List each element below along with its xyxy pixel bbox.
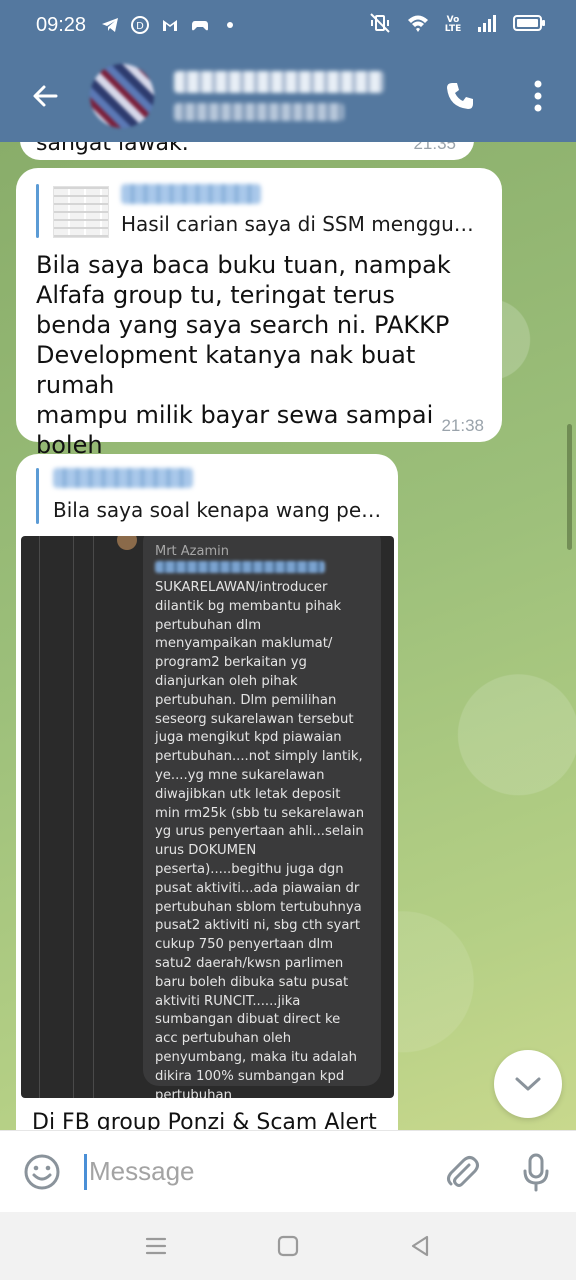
more-options-button[interactable] [508,50,568,142]
reply-preview[interactable]: Bila saya soal kenapa wang perl… [36,468,383,524]
chat-area[interactable]: sangat lawak. 21:35 Hasil carian saya di… [0,142,576,1130]
back-nav-button[interactable] [400,1226,440,1266]
message-bubble[interactable]: Bila saya soal kenapa wang perl… Mrt Aza… [16,454,398,1130]
reply-text: Bila saya soal kenapa wang perl… [53,498,383,522]
svg-text:D: D [136,21,144,32]
message-time: 21:35 [413,142,456,153]
message-bubble[interactable]: sangat lawak. 21:35 [20,142,474,160]
message-text: Di FB group Ponzi & Scam Alert [32,1110,377,1130]
system-nav-bar [0,1212,576,1280]
reply-bar [36,468,39,524]
reply-bar [36,184,39,238]
signal-icon [476,13,498,37]
recent-apps-button[interactable] [136,1226,176,1266]
comment-subtitle-redacted [155,561,325,573]
microphone-icon [523,1153,549,1191]
scroll-down-button[interactable] [494,1050,562,1118]
text-cursor [84,1153,87,1190]
reply-author-redacted [53,468,193,488]
menu-lines-icon [145,1237,167,1255]
home-button[interactable] [268,1226,308,1266]
contact-name-redacted [174,71,384,93]
scroll-indicator[interactable] [567,424,572,550]
message-composer: Message [0,1130,576,1212]
contact-status-redacted [174,103,344,121]
volte-label: Vo LTE [444,15,462,34]
phone-icon [447,83,473,109]
game-notification-icon [190,15,210,35]
chevron-down-icon [515,1077,541,1091]
comment-text: SUKARELAWAN/introducer dilantik bg memba… [155,580,365,1098]
paperclip-icon [447,1155,479,1187]
message-bubble[interactable]: Hasil carian saya di SSM menggun… Bila s… [16,168,502,489]
message-text: sangat lawak. [36,142,189,156]
wifi-icon [406,13,430,37]
chat-header [0,50,576,142]
screenshot-image[interactable]: Mrt Azamin SUKARELAWAN/introducer dilant… [21,536,394,1098]
reply-author-redacted [121,184,261,204]
telegram-notification-icon [100,15,120,35]
arrow-left-icon [33,85,58,107]
screenshot-comment: Mrt Azamin SUKARELAWAN/introducer dilant… [143,536,381,1098]
contact-avatar[interactable] [90,64,154,128]
square-icon [277,1235,299,1257]
emoji-icon [24,1154,60,1189]
message-input[interactable]: Message [84,1131,428,1213]
reply-thumbnail [53,186,109,238]
message-time: 21:38 [441,416,484,435]
call-button[interactable] [430,50,490,142]
message-placeholder: Message [89,1156,195,1186]
mute-vibrate-icon [368,12,392,38]
attach-button[interactable] [428,1131,496,1213]
emoji-button[interactable] [0,1131,84,1213]
battery-icon [512,13,546,37]
more-vert-icon [534,80,542,112]
reply-preview[interactable]: Hasil carian saya di SSM menggun… [36,184,483,238]
notification-dot-icon [220,15,240,35]
status-time: 09:28 [36,13,87,36]
comment-author: Mrt Azamin [155,544,229,559]
gmail-notification-icon [160,15,180,35]
back-button[interactable] [0,50,90,142]
triangle-back-icon [411,1235,429,1257]
reply-text: Hasil carian saya di SSM menggun… [121,212,483,236]
app-notification-icon: D [130,15,150,35]
comment-avatar [117,536,137,550]
voice-record-button[interactable] [496,1131,576,1213]
status-bar: 09:28 D Vo LTE [0,0,576,50]
contact-info[interactable] [174,71,384,121]
